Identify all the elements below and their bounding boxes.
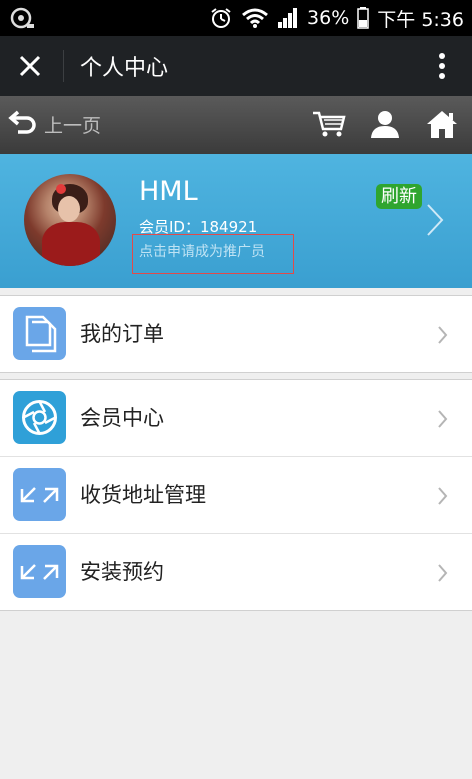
arrows-icon	[13, 468, 66, 521]
nav-bar: 上一页	[0, 96, 472, 154]
menu-item-member-center[interactable]: 会员中心	[0, 380, 472, 457]
apply-promoter-link[interactable]: 点击申请成为推广员	[132, 234, 294, 274]
aperture-icon	[13, 391, 66, 444]
back-label: 上一页	[44, 114, 102, 137]
documents-icon	[13, 307, 66, 360]
refresh-button[interactable]: 刷新	[376, 184, 422, 209]
user-icon[interactable]	[368, 109, 402, 139]
chevron-right-icon	[438, 326, 448, 344]
menu-item-my-orders[interactable]: 我的订单	[0, 296, 472, 372]
title-bar: 个人中心	[0, 36, 472, 96]
signal-icon	[277, 7, 299, 29]
menu-item-label: 安装预约	[80, 560, 164, 584]
menu-item-label: 收货地址管理	[80, 483, 206, 507]
back-arrow-icon	[8, 108, 38, 140]
menu-item-label: 我的订单	[80, 322, 164, 346]
chevron-right-icon	[438, 487, 448, 505]
cart-icon[interactable]	[312, 109, 346, 139]
menu-item-address-management[interactable]: 收货地址管理	[0, 457, 472, 534]
close-icon[interactable]	[16, 52, 44, 80]
menu-group-orders: 我的订单	[0, 295, 472, 373]
alarm-icon	[209, 6, 233, 30]
avatar[interactable]	[24, 174, 116, 266]
battery-percent: 36%	[307, 7, 350, 29]
arrows-icon	[13, 545, 66, 598]
user-name: HML	[139, 176, 198, 207]
menu-item-installation-booking[interactable]: 安装预约	[0, 534, 472, 610]
chevron-right-icon	[438, 564, 448, 582]
clock-time: 下午 5:36	[377, 8, 464, 31]
chevron-right-icon	[438, 410, 448, 428]
wifi-icon	[241, 7, 269, 29]
home-icon[interactable]	[425, 109, 459, 139]
storage-icon	[10, 6, 36, 30]
battery-icon	[357, 7, 370, 29]
status-bar: 36% 下午 5:36	[0, 0, 472, 36]
title-divider	[63, 50, 64, 82]
menu-group-account: 会员中心 收货地址管理 安装预约	[0, 379, 472, 611]
menu-item-label: 会员中心	[80, 406, 164, 430]
chevron-right-icon[interactable]	[425, 202, 445, 238]
profile-header[interactable]: HML 会员ID：184921 点击申请成为推广员 刷新	[0, 154, 472, 288]
back-button[interactable]: 上一页	[8, 108, 101, 140]
more-menu-icon[interactable]	[438, 50, 446, 82]
page-title: 个人中心	[80, 56, 169, 81]
